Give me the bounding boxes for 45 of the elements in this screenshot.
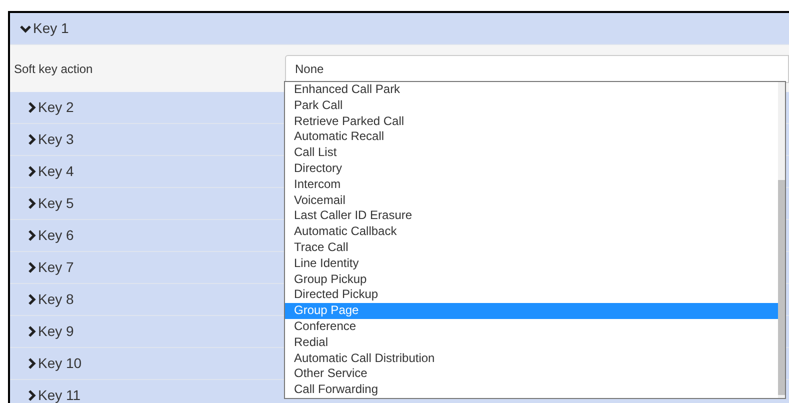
dropdown-option[interactable]: Enhanced Call Park: [285, 82, 778, 98]
dropdown-option[interactable]: Directory: [285, 160, 778, 177]
chevron-right-icon: [28, 134, 36, 145]
chevron-right-icon: [28, 166, 36, 177]
scrollbar[interactable]: [778, 82, 785, 398]
chevron-right-icon: [28, 262, 36, 273]
dropdown-option[interactable]: Call Forwarding: [285, 382, 778, 398]
key-label: Key 2: [38, 98, 74, 117]
dropdown-option[interactable]: Redial: [285, 334, 778, 351]
key-label: Key 8: [38, 290, 74, 309]
key-label: Key 3: [38, 130, 74, 149]
dropdown-option[interactable]: Last Caller ID Erasure: [285, 208, 778, 224]
dropdown-option[interactable]: Automatic Callback: [285, 224, 778, 240]
key-label: Key 1: [33, 19, 69, 38]
chevron-right-icon: [28, 102, 36, 113]
chevron-right-icon: [28, 358, 36, 369]
key-label: Key 9: [38, 322, 74, 341]
chevron-right-icon: [28, 326, 36, 337]
dropdown-option[interactable]: Automatic Recall: [285, 129, 778, 146]
dropdown-option[interactable]: Trace Call: [285, 240, 778, 256]
dropdown-option[interactable]: Park Call: [285, 98, 778, 114]
chevron-right-icon: [28, 230, 36, 241]
chevron-right-icon: [28, 390, 36, 401]
dropdown-option[interactable]: Call List: [285, 145, 778, 161]
key-label: Key 11: [38, 386, 81, 403]
key-label: Key 10: [38, 354, 82, 373]
select-field[interactable]: None: [285, 54, 789, 82]
dropdown-option[interactable]: Intercom: [285, 176, 778, 193]
dropdown-option[interactable]: Retrieve Parked Call: [285, 114, 778, 130]
dropdown-option[interactable]: Group Pickup: [285, 272, 778, 288]
field-label: Soft key action: [14, 60, 94, 78]
key-label: Key 6: [38, 226, 74, 245]
chevron-down-icon: [20, 24, 31, 32]
key-label: Key 4: [38, 162, 74, 181]
dropdown-option[interactable]: Voicemail: [285, 192, 778, 208]
dropdown-option[interactable]: Automatic Call Distribution: [285, 350, 778, 366]
key-label: Key 7: [38, 258, 74, 277]
chevron-right-icon: [28, 198, 36, 209]
dropdown-option[interactable]: Line Identity: [285, 256, 778, 272]
chevron-right-icon: [28, 294, 36, 305]
key-header[interactable]: Key 1: [10, 13, 789, 45]
key-label: Key 5: [38, 194, 74, 213]
dropdown-option[interactable]: Other Service: [285, 366, 778, 382]
dropdown-option[interactable]: Conference: [285, 318, 778, 335]
dropdown-option[interactable]: Directed Pickup: [285, 287, 778, 304]
